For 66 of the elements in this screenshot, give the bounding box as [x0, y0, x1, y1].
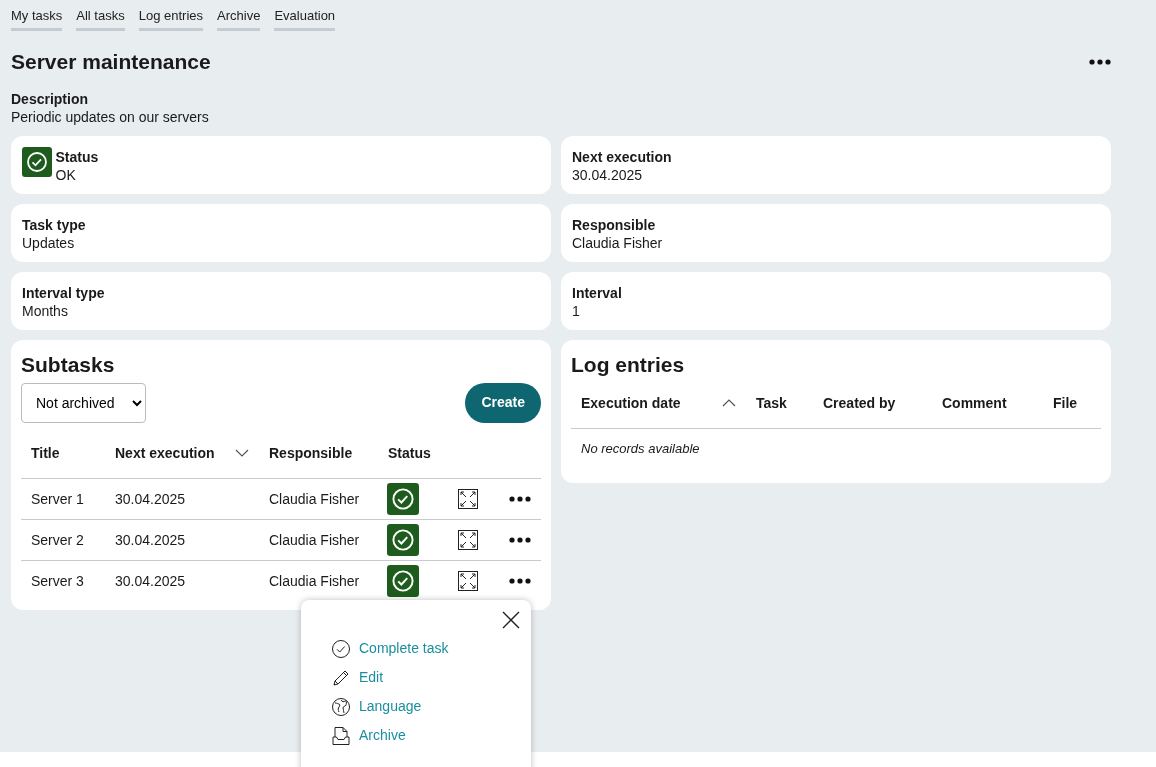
more-button[interactable]	[1089, 58, 1111, 65]
table-cell: 30.04.2025	[105, 560, 259, 602]
field-value: 1	[572, 301, 581, 320]
menu-item[interactable]: Archive	[330, 725, 531, 746]
menu-item[interactable]: Edit	[330, 667, 531, 688]
create-button[interactable]: Create	[465, 382, 541, 423]
field-value: Updates	[22, 233, 76, 252]
more-button[interactable]	[509, 496, 531, 503]
expand-icon	[458, 571, 478, 592]
inbox-icon	[330, 725, 352, 746]
menu-item[interactable]: Language	[330, 696, 531, 717]
more-button[interactable]	[509, 537, 531, 544]
nav-link[interactable]: Log entries	[138, 0, 204, 31]
page-title: Server maintenance	[11, 48, 211, 75]
table-cell: Claudia Fisher	[259, 560, 378, 602]
field-label: Status	[55, 147, 99, 166]
expand-icon	[458, 489, 478, 510]
table-cell: Server 2	[21, 519, 105, 561]
more-icon	[1089, 58, 1111, 65]
field-label: Next execution	[572, 147, 672, 166]
column-header[interactable]: Task	[756, 392, 787, 414]
table-cell: 30.04.2025	[105, 519, 259, 561]
expand-button[interactable]	[458, 530, 478, 551]
nav-link[interactable]: Evaluation	[274, 0, 336, 31]
description-text: Periodic updates on our servers	[11, 107, 210, 126]
panel-title: Subtasks	[21, 351, 116, 377]
more-icon	[509, 496, 531, 503]
panel-title: Log entries	[571, 351, 686, 377]
field-label: Responsible	[572, 215, 657, 234]
nav-link[interactable]: My tasks	[11, 0, 63, 31]
empty-message: No records available	[571, 428, 1101, 469]
field-value: Claudia Fisher	[572, 233, 663, 252]
column-header[interactable]: Execution date	[581, 392, 681, 414]
column-header[interactable]: Status	[388, 442, 431, 464]
more-icon	[509, 537, 531, 544]
field-value: Months	[22, 301, 69, 320]
more-icon	[509, 578, 531, 585]
column-header[interactable]: Title	[31, 442, 60, 464]
close-button[interactable]	[501, 609, 521, 629]
expand-button[interactable]	[458, 489, 478, 510]
filter-select[interactable]: Not archived	[21, 382, 146, 423]
field-value: OK	[55, 165, 77, 184]
column-header[interactable]: File	[1053, 392, 1078, 414]
expand-button[interactable]	[458, 571, 478, 592]
table-cell: Claudia Fisher	[259, 478, 378, 520]
table-cell: 30.04.2025	[105, 478, 259, 520]
expand-icon	[458, 530, 478, 551]
close-icon	[501, 610, 521, 631]
nav-link[interactable]: Archive	[217, 0, 261, 31]
more-button[interactable]	[509, 578, 531, 585]
field-label: Interval type	[22, 283, 105, 302]
column-header[interactable]: Next execution	[115, 442, 215, 464]
description-label: Description	[11, 89, 89, 108]
menu-item[interactable]: Complete task	[330, 638, 531, 659]
field-label: Interval	[572, 283, 622, 302]
table-cell: Claudia Fisher	[259, 519, 378, 561]
column-header[interactable]: Responsible	[269, 442, 353, 464]
field-label: Task type	[22, 215, 86, 234]
table-cell: Server 1	[21, 478, 105, 520]
column-header[interactable]: Created by	[823, 392, 896, 414]
field-value: 30.04.2025	[572, 165, 644, 184]
globe-icon	[330, 696, 352, 717]
table-cell: Server 3	[21, 560, 105, 602]
nav-link[interactable]: All tasks	[76, 0, 125, 31]
column-header[interactable]: Comment	[942, 392, 1007, 414]
check-circle-icon	[330, 638, 352, 659]
